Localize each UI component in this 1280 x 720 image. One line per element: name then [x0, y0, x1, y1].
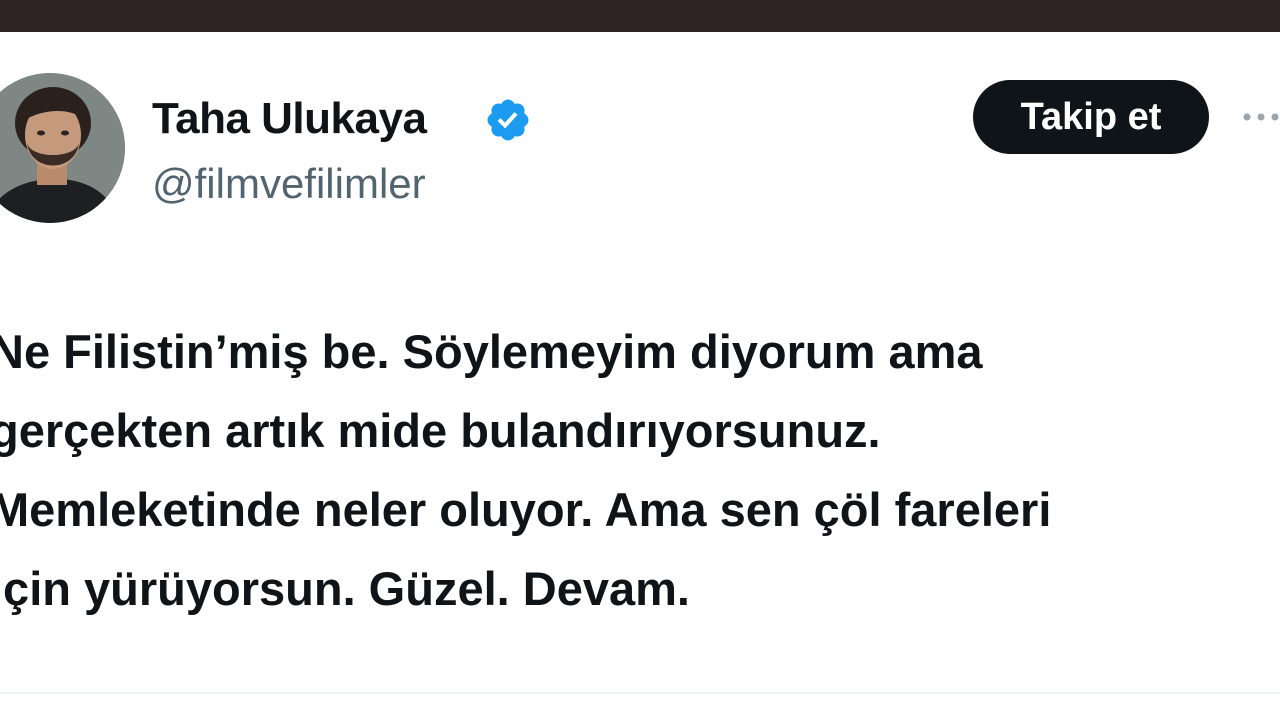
tweet-text: Ne Filistin’miş be. Söylemeyim diyorum a… — [0, 325, 1052, 615]
author-name[interactable]: Taha Ulukaya — [152, 94, 427, 144]
tweet-card: Taha Ulukaya @filmvefilimler Takip et Ne… — [0, 32, 1280, 720]
divider — [0, 692, 1280, 694]
avatar-photo — [0, 73, 125, 223]
verified-badge-icon — [487, 99, 529, 141]
more-horizontal-icon[interactable] — [1240, 102, 1280, 132]
author-handle[interactable]: @filmvefilimler — [152, 160, 426, 208]
avatar[interactable] — [0, 73, 125, 223]
follow-button[interactable]: Takip et — [973, 80, 1209, 154]
top-bar — [0, 0, 1280, 32]
